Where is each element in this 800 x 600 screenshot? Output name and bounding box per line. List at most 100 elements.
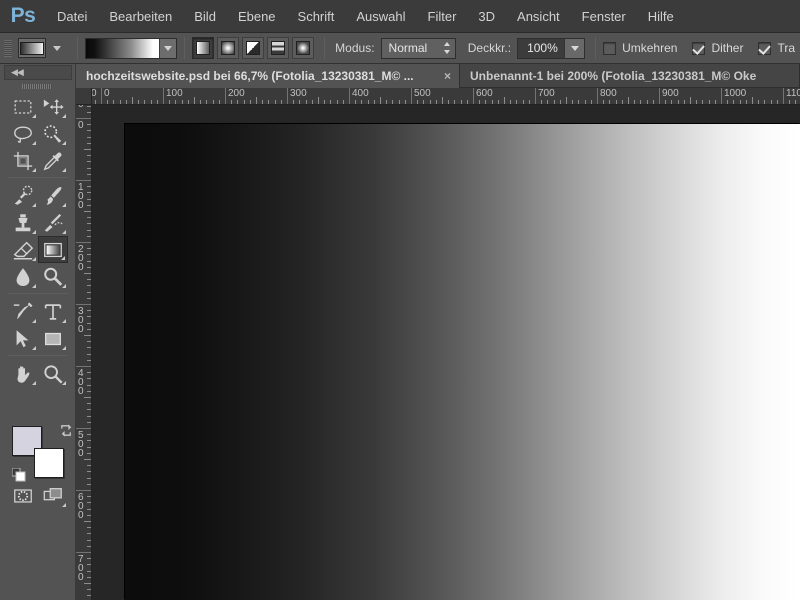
gradient-type-buttons [192, 37, 317, 59]
blend-mode-select[interactable]: Normal [380, 37, 456, 59]
gradient-type-diamond-button[interactable] [292, 37, 315, 59]
ruler-minor-tick [497, 100, 499, 104]
tool-hand[interactable] [8, 360, 38, 387]
tool-crop[interactable] [8, 147, 38, 174]
checkbox-label: Umkehren [622, 41, 678, 55]
current-tool-preview[interactable] [18, 38, 47, 58]
document-tab[interactable]: Unbenannt-1 bei 200% (Fotolia_13230381_M… [460, 64, 800, 88]
tab-close-button[interactable]: × [444, 70, 451, 82]
ruler-minor-tick [652, 100, 654, 104]
ruler-minor-tick [231, 100, 233, 104]
ruler-minor-tick [714, 100, 716, 104]
tool-history-brush[interactable] [38, 209, 68, 236]
checkbox-tra[interactable]: Tra [758, 41, 795, 55]
ruler-major-tick [76, 118, 91, 119]
gradient-preset-dropdown[interactable] [159, 38, 177, 58]
screen-mode-icon [43, 487, 62, 500]
ruler-minor-tick [516, 100, 518, 104]
angle-gradient-icon [246, 41, 261, 55]
dodge-icon [44, 267, 63, 286]
quick-mask-button[interactable] [8, 482, 38, 509]
ruler-minor-tick [84, 335, 91, 336]
background-color-swatch[interactable] [34, 448, 64, 478]
horizontal-ruler[interactable]: 0010020030040050060070080090010001100120… [92, 88, 800, 105]
tools-panel: ◀◀ [0, 64, 76, 600]
ruler-minor-tick [87, 415, 91, 417]
ruler-minor-tick [305, 100, 307, 104]
document-tab[interactable]: hochzeitswebsite.psd bei 66,7% (Fotolia_… [76, 64, 460, 88]
document-canvas[interactable] [125, 124, 800, 600]
opacity-dropdown[interactable] [564, 38, 585, 58]
checkbox-box[interactable] [758, 41, 772, 55]
ruler-minor-tick [510, 100, 512, 104]
menu-item-ansicht[interactable]: Ansicht [506, 0, 571, 33]
tool-expand-corner-icon [32, 168, 36, 172]
tool-lasso[interactable] [8, 120, 38, 147]
tool-rectangular-marquee[interactable] [8, 93, 38, 120]
menu-item-auswahl[interactable]: Auswahl [345, 0, 416, 33]
vertical-ruler[interactable]: 00100200300400500600700800900 [76, 105, 92, 600]
options-bar-grip[interactable] [4, 39, 13, 57]
ruler-minor-tick [745, 100, 747, 104]
tool-rectangle-shape[interactable] [38, 325, 68, 352]
ruler-minor-tick [169, 100, 171, 104]
blur-icon [16, 267, 30, 286]
tool-eraser[interactable] [8, 236, 38, 263]
options-separator-1 [77, 37, 79, 59]
ruler-minor-tick [646, 100, 648, 104]
ruler-minor-tick [460, 100, 462, 104]
ruler-minor-tick [87, 372, 91, 374]
gradient-swatch[interactable] [86, 38, 160, 58]
tool-spot-healing-brush[interactable] [8, 182, 38, 209]
menu-item-ebene[interactable]: Ebene [227, 0, 287, 33]
tools-panel-grip[interactable] [22, 84, 52, 89]
tool-preset-chevron-down-icon[interactable] [53, 45, 62, 51]
menu-item-bearbeiten[interactable]: Bearbeiten [98, 0, 183, 33]
menu-item-datei[interactable]: Datei [46, 0, 98, 33]
checkbox-umkehren[interactable]: Umkehren [603, 41, 677, 55]
tool-move[interactable] [38, 93, 68, 120]
gradient-type-reflect-button[interactable] [267, 37, 290, 59]
ruler-minor-tick [442, 97, 443, 104]
tool-blur[interactable] [8, 263, 38, 290]
gradient-type-radial-button[interactable] [217, 37, 240, 59]
swap-colors-icon[interactable] [59, 423, 74, 438]
menu-item-3d[interactable]: 3D [467, 0, 506, 33]
tool-pen[interactable] [8, 298, 38, 325]
ruler-minor-tick [87, 403, 91, 405]
tool-expand-corner-icon [62, 503, 66, 507]
tool-brush[interactable] [38, 182, 68, 209]
menu-item-hilfe[interactable]: Hilfe [637, 0, 685, 33]
gradient-type-angle-button[interactable] [242, 37, 265, 59]
opacity-field[interactable]: 100% [517, 37, 586, 59]
tool-eyedropper[interactable] [38, 147, 68, 174]
menu-item-fenster[interactable]: Fenster [571, 0, 637, 33]
ruler-corner[interactable] [76, 88, 92, 105]
tool-zoom[interactable] [38, 360, 68, 387]
checkbox-box[interactable] [603, 41, 617, 55]
canvas-area[interactable] [92, 105, 800, 600]
ruler-minor-tick [87, 570, 91, 572]
ruler-minor-tick [479, 100, 481, 104]
tool-expand-corner-icon [32, 319, 36, 323]
ruler-minor-tick [683, 100, 685, 104]
checkbox-box[interactable] [692, 41, 706, 55]
tool-path-selection[interactable] [8, 325, 38, 352]
tool-quick-selection[interactable] [38, 120, 68, 147]
checkbox-dither[interactable]: Dither [692, 41, 743, 55]
tool-clone-stamp[interactable] [8, 209, 38, 236]
ruler-minor-tick [559, 100, 561, 104]
collapse-tools-panel-button[interactable]: ◀◀ [4, 65, 72, 80]
opacity-value[interactable]: 100% [518, 41, 564, 55]
tool-dodge[interactable] [38, 263, 68, 290]
tool-type[interactable] [38, 298, 68, 325]
gradient-type-linear-button[interactable] [192, 37, 215, 59]
menu-item-bild[interactable]: Bild [183, 0, 227, 33]
menu-item-schrift[interactable]: Schrift [287, 0, 346, 33]
tool-expand-corner-icon [62, 319, 66, 323]
menu-item-filter[interactable]: Filter [417, 0, 468, 33]
screen-mode-button[interactable] [38, 482, 68, 509]
default-colors-icon[interactable] [12, 468, 26, 482]
tool-gradient[interactable] [38, 236, 68, 263]
gradient-picker[interactable] [85, 37, 178, 59]
